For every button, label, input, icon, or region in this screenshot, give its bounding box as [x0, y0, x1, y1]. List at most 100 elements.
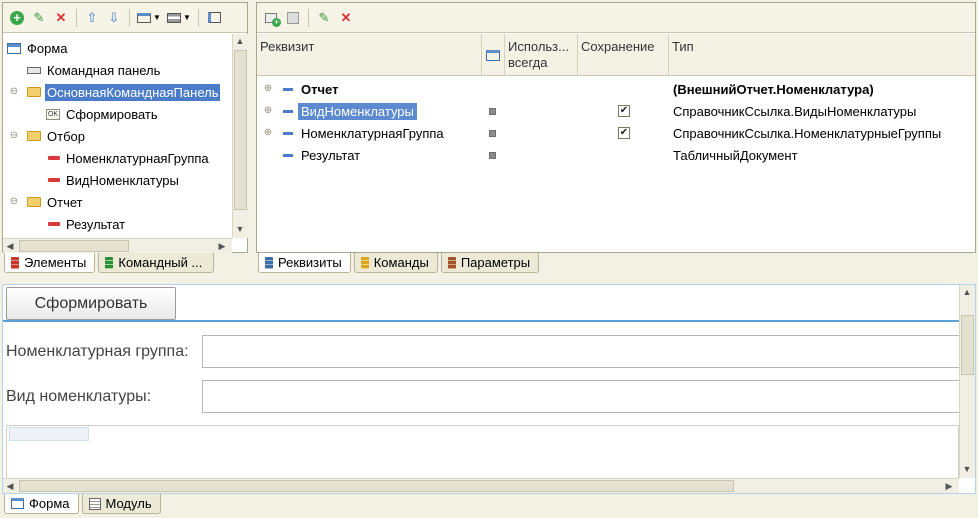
toolbar-divider	[308, 8, 309, 27]
panel-icon[interactable]: ▼	[165, 8, 193, 28]
attribute-name: НоменклатурнаяГруппа	[301, 125, 444, 141]
scrollbar-thumb[interactable]	[19, 480, 734, 492]
elements-tab-icon	[11, 256, 19, 269]
tree-item-command-panel[interactable]: Командная панель	[27, 60, 162, 80]
nomenclature-group-field[interactable]	[202, 335, 960, 368]
scrollbar-thumb[interactable]	[234, 50, 247, 210]
tab-label: Параметры	[460, 255, 531, 270]
tab-label: Модуль	[105, 496, 152, 511]
attribute-row[interactable]: ⊕ Отчет (ВнешнийОтчет.Номенклатура)	[257, 78, 975, 100]
expand-icon[interactable]: ⊕	[263, 84, 273, 94]
scroll-left-icon[interactable]: ◀	[3, 479, 17, 493]
attribute-type: (ВнешнийОтчет.Номенклатура)	[673, 81, 874, 97]
pencil-icon[interactable]: ✎	[29, 8, 49, 28]
tab-label: Форма	[29, 496, 70, 511]
attribute-row[interactable]: ⊕ ВидНоменклатуры ✔ СправочникСсылка.Вид…	[257, 100, 975, 122]
nomenclature-kind-label: Вид номенклатуры:	[6, 388, 152, 405]
expand-icon[interactable]: ⊕	[263, 128, 273, 138]
tree-item-report[interactable]: Отчет	[27, 192, 85, 212]
preview-icon[interactable]	[204, 8, 224, 28]
tree-item-label: Отбор	[47, 128, 85, 144]
add-attribute-icon[interactable]: +	[261, 8, 281, 28]
tree-item-form[interactable]: Форма	[7, 38, 70, 58]
tree-item-nomenclature-kind[interactable]: ВидНоменклатуры	[48, 170, 181, 190]
layout-icon[interactable]: ▼	[135, 8, 163, 28]
collapse-icon[interactable]: ⊖	[9, 197, 19, 207]
tab-command-interface[interactable]: Командный ...	[98, 253, 215, 273]
toolbar-divider	[129, 8, 130, 27]
nomenclature-kind-field[interactable]	[202, 380, 960, 413]
attribute-name: ВидНоменклатуры	[298, 102, 417, 120]
tree-item-main-command-panel[interactable]: ОсновнаяКоманднаяПанель	[27, 82, 221, 102]
scroll-left-icon[interactable]: ◀	[3, 239, 17, 253]
arrow-down-icon[interactable]: ⇩	[104, 8, 124, 28]
field-icon	[48, 156, 60, 160]
column-attribute[interactable]: Реквизит	[257, 34, 482, 76]
attributes-grid-header: Реквизит Использ... всегда Сохранение Ти…	[257, 34, 975, 76]
tab-form[interactable]: Форма	[4, 494, 79, 514]
tab-module[interactable]: Модуль	[81, 494, 161, 514]
form-elements-panel: + ✎ ✕ ⇧ ⇩ ▼ ▼ Форма Командная панель ⊖ О…	[2, 2, 248, 253]
tab-attributes[interactable]: Реквизиты	[258, 253, 351, 273]
attribute-icon	[283, 87, 293, 91]
tree-item-label: Командная панель	[47, 62, 161, 78]
tree-item-result[interactable]: Результат	[48, 214, 127, 234]
generate-button[interactable]: Сформировать	[6, 287, 176, 320]
collapse-icon[interactable]: ⊖	[9, 87, 19, 97]
copy-icon[interactable]	[283, 8, 303, 28]
tree-item-generate[interactable]: OK Сформировать	[46, 104, 160, 124]
delete-icon[interactable]: ✕	[51, 8, 71, 28]
preview-horizontal-scrollbar[interactable]: ◀ ▶	[3, 478, 959, 493]
scroll-right-icon[interactable]: ▶	[215, 239, 229, 253]
save-checkbox[interactable]: ✔	[618, 127, 630, 139]
expand-icon[interactable]: ⊕	[263, 106, 273, 116]
tree-horizontal-scrollbar[interactable]: ◀ ▶	[3, 238, 232, 253]
tree-item-label: ОсновнаяКоманднаяПанель	[45, 83, 221, 101]
save-checkbox[interactable]: ✔	[618, 105, 630, 117]
scroll-up-icon[interactable]: ▲	[233, 34, 247, 48]
report-cell[interactable]	[9, 427, 89, 441]
tree-item-label: ВидНоменклатуры	[66, 172, 179, 188]
folder-icon	[27, 197, 41, 207]
field-icon	[48, 222, 60, 226]
attribute-name: Результат	[301, 147, 361, 163]
use-always-indicator	[489, 107, 496, 115]
tab-parameters[interactable]: Параметры	[440, 253, 540, 273]
report-result-area[interactable]	[6, 425, 959, 481]
tree-vertical-scrollbar[interactable]: ▲ ▼	[232, 34, 248, 238]
scroll-down-icon[interactable]: ▼	[233, 222, 247, 236]
attribute-row[interactable]: ⊕ НоменклатурнаяГруппа ✔ СправочникСсылк…	[257, 122, 975, 144]
editor-tabs: Форма Модуль	[4, 494, 161, 514]
elements-tabs: Элементы Командный ...	[4, 253, 215, 273]
scroll-up-icon[interactable]: ▲	[960, 285, 974, 299]
tab-elements[interactable]: Элементы	[4, 253, 96, 273]
column-type[interactable]: Тип	[669, 34, 975, 76]
scrollbar-thumb[interactable]	[961, 315, 974, 375]
tree-item-nomenclature-group[interactable]: НоменклатурнаяГруппа	[48, 148, 211, 168]
module-icon	[88, 497, 101, 510]
field-icon	[48, 178, 60, 182]
attributes-tab-icon	[265, 256, 273, 269]
toolbar-divider	[198, 8, 199, 27]
collapse-icon[interactable]: ⊖	[9, 131, 19, 141]
attributes-tabs: Реквизиты Команды Параметры	[258, 253, 540, 273]
tree-item-filter[interactable]: Отбор	[27, 126, 87, 146]
attribute-icon	[283, 153, 293, 157]
preview-vertical-scrollbar[interactable]: ▲ ▼	[959, 285, 975, 478]
column-use-always[interactable]: Использ... всегда	[505, 34, 578, 76]
add-icon[interactable]: +	[7, 8, 27, 28]
commands-tab-icon	[360, 256, 369, 269]
arrow-up-icon[interactable]: ⇧	[82, 8, 102, 28]
column-view-icon[interactable]	[482, 34, 505, 76]
toolbar-divider	[76, 8, 77, 27]
attribute-row[interactable]: Результат ТабличныйДокумент	[257, 144, 975, 166]
tab-commands[interactable]: Команды	[353, 253, 438, 273]
pencil-icon[interactable]: ✎	[314, 8, 334, 28]
delete-icon[interactable]: ✕	[336, 8, 356, 28]
folder-icon	[27, 131, 41, 141]
tree-item-label: Отчет	[47, 194, 83, 210]
column-save[interactable]: Сохранение	[578, 34, 669, 76]
scroll-right-icon[interactable]: ▶	[942, 479, 956, 493]
scroll-down-icon[interactable]: ▼	[960, 462, 974, 476]
scrollbar-thumb[interactable]	[19, 240, 129, 252]
